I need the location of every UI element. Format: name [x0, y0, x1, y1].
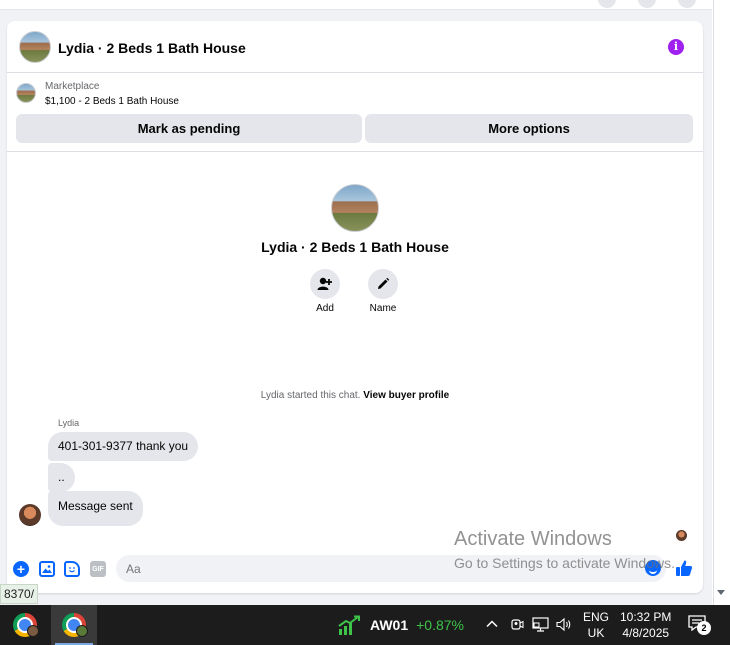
- add-label: Add: [316, 303, 334, 314]
- top-circle-icon[interactable]: [598, 0, 616, 8]
- chat-started-note: Lydia started this chat. View buyer prof…: [7, 390, 703, 401]
- input-language-indicator[interactable]: ENG UK: [583, 609, 609, 641]
- clock-date: 4/8/2025: [622, 626, 670, 640]
- scroll-down-arrow-icon[interactable]: [717, 590, 725, 595]
- marketplace-label: Marketplace: [45, 81, 100, 92]
- taskbar-chrome-profile-1[interactable]: [2, 605, 48, 645]
- message-bubble[interactable]: Message sent: [48, 491, 143, 526]
- started-text: Lydia started this chat.: [260, 390, 361, 401]
- stock-change: +0.87%: [416, 617, 464, 633]
- top-circle-icon[interactable]: [678, 0, 696, 8]
- sender-avatar[interactable]: [19, 504, 41, 526]
- view-buyer-profile-link[interactable]: View buyer profile: [363, 390, 449, 401]
- name-label: Name: [369, 303, 397, 314]
- mark-as-pending-button[interactable]: Mark as pending: [16, 114, 362, 143]
- pencil-icon[interactable]: [368, 269, 398, 299]
- marketplace-panel: Marketplace $1,100 - 2 Beds 1 Bath House…: [7, 74, 703, 152]
- message-thread[interactable]: Lydia · 2 Beds 1 Bath House Add Name Lyd…: [7, 153, 703, 553]
- listing-avatar[interactable]: [19, 31, 51, 63]
- add-people-button[interactable]: Add: [305, 269, 345, 314]
- message-bubble[interactable]: ..: [48, 463, 75, 492]
- scroll-track: [713, 0, 714, 605]
- language-code: ENG: [583, 610, 610, 624]
- chevron-up-icon[interactable]: [485, 617, 499, 634]
- seen-indicator-avatar: [676, 530, 687, 541]
- top-strip: [0, 0, 716, 10]
- thumbs-up-icon[interactable]: [675, 559, 693, 577]
- listing-price-title[interactable]: $1,100 - 2 Beds 1 Bath House: [45, 96, 179, 107]
- name-chat-button[interactable]: Name: [363, 269, 403, 314]
- plus-icon[interactable]: +: [13, 561, 29, 577]
- add-person-icon[interactable]: [310, 269, 340, 299]
- volume-icon[interactable]: [556, 617, 572, 635]
- photo-icon[interactable]: [39, 561, 55, 577]
- taskbar-clock[interactable]: 10:32 PM 4/8/2025: [620, 609, 671, 641]
- page-scrollbar[interactable]: [712, 0, 730, 605]
- status-url-tooltip: 8370/: [0, 584, 39, 604]
- message-bubble[interactable]: 401-301-9377 thank you: [48, 432, 199, 461]
- chat-title[interactable]: Lydia · 2 Beds 1 Bath House: [58, 40, 246, 56]
- profile-badge: [76, 625, 88, 637]
- notification-count-badge: 2: [697, 621, 711, 635]
- stock-widget[interactable]: AW01 +0.87%: [338, 615, 464, 635]
- top-circle-icon[interactable]: [638, 0, 656, 8]
- more-options-button[interactable]: More options: [365, 114, 693, 143]
- sender-name: Lydia: [58, 418, 80, 428]
- clock-time: 10:32 PM: [620, 610, 672, 624]
- sticker-icon[interactable]: [64, 561, 80, 577]
- message-composer: + GIF: [7, 553, 703, 593]
- taskbar-chrome-profile-2[interactable]: [51, 605, 97, 645]
- intro-avatar[interactable]: [331, 184, 379, 232]
- stock-chart-icon: [338, 615, 362, 635]
- network-icon[interactable]: [532, 617, 549, 635]
- emoji-icon[interactable]: [645, 560, 661, 576]
- chat-header: Lydia · 2 Beds 1 Bath House i: [7, 21, 703, 73]
- windows-taskbar: AW01 +0.87% ENG UK 10:32 PM 4/8/2025 2: [0, 605, 730, 645]
- message-input[interactable]: [116, 555, 666, 582]
- stock-name: AW01: [370, 617, 409, 633]
- info-icon[interactable]: i: [668, 39, 684, 55]
- gif-icon[interactable]: GIF: [90, 561, 106, 577]
- intro-title: Lydia · 2 Beds 1 Bath House: [261, 239, 449, 255]
- chat-window: Lydia · 2 Beds 1 Bath House i Marketplac…: [7, 21, 703, 593]
- meet-now-icon[interactable]: [509, 617, 524, 635]
- listing-thumbnail[interactable]: [16, 83, 36, 103]
- keyboard-layout: UK: [587, 626, 605, 640]
- profile-badge: [27, 625, 39, 637]
